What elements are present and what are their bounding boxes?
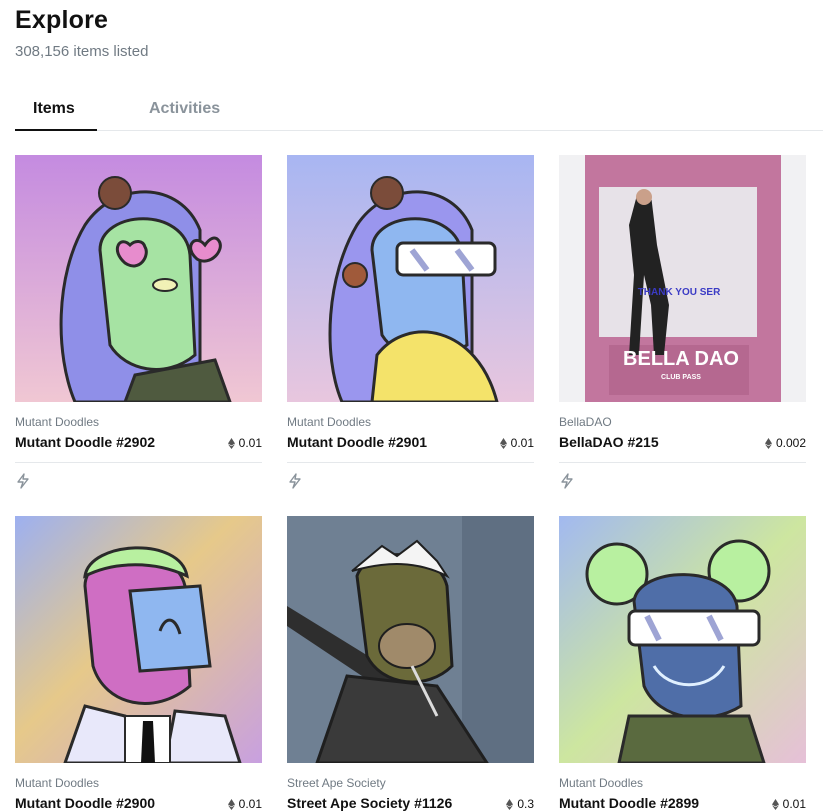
price-value: 0.3 <box>517 797 534 811</box>
nft-image[interactable] <box>15 155 262 402</box>
item-name[interactable]: Mutant Doodle #2899 <box>559 795 699 811</box>
page-title: Explore <box>15 6 109 34</box>
price-value: 0.01 <box>238 797 262 811</box>
item-name[interactable]: Street Ape Society #1126 <box>287 795 452 811</box>
price: 0.01 <box>771 797 806 811</box>
collection-name[interactable]: Mutant Doodles <box>559 776 643 790</box>
price-value: 0.002 <box>775 436 806 450</box>
card-divider <box>287 462 534 463</box>
price: 0.01 <box>227 797 262 811</box>
collection-name[interactable]: Mutant Doodles <box>15 776 99 790</box>
item-name[interactable]: Mutant Doodle #2900 <box>15 795 155 811</box>
price-value: 0.01 <box>510 436 534 450</box>
art-tagline: CLUB PASS <box>661 374 701 381</box>
eth-icon <box>227 437 235 449</box>
tab-items[interactable]: Items <box>33 100 75 118</box>
art-banner: THANK YOU SER <box>638 287 721 298</box>
tab-activities[interactable]: Activities <box>149 100 220 118</box>
price-value: 0.01 <box>238 436 262 450</box>
lightning-bolt-icon[interactable] <box>16 473 30 489</box>
price: 0.01 <box>499 436 534 450</box>
eth-icon <box>771 798 779 810</box>
item-name[interactable]: Mutant Doodle #2902 <box>15 434 155 450</box>
collection-name[interactable]: Street Ape Society <box>287 776 386 790</box>
eth-icon <box>506 798 514 810</box>
card-divider <box>559 462 806 463</box>
collection-name[interactable]: Mutant Doodles <box>287 415 371 429</box>
nft-image[interactable] <box>287 155 534 402</box>
card-divider <box>15 462 262 463</box>
collection-name[interactable]: Mutant Doodles <box>15 415 99 429</box>
nft-card[interactable]: THANK YOU SER BELLA DAO CLUB PASS BellaD… <box>559 155 806 495</box>
eth-icon <box>764 437 772 449</box>
lightning-bolt-icon[interactable] <box>288 473 302 489</box>
page-header: Explore 308,156 items listed <box>15 6 148 60</box>
nft-card[interactable]: Street Ape Society Street Ape Society #1… <box>287 516 534 812</box>
nft-card[interactable]: Mutant Doodles Mutant Doodle #2902 0.01 <box>15 155 262 495</box>
price: 0.01 <box>227 436 262 450</box>
items-count: 308,156 items listed <box>15 43 149 60</box>
price: 0.3 <box>506 797 534 811</box>
eth-icon <box>499 437 507 449</box>
lightning-bolt-icon[interactable] <box>560 473 574 489</box>
nft-image[interactable] <box>15 516 262 763</box>
nft-image[interactable] <box>559 516 806 763</box>
item-name[interactable]: Mutant Doodle #2901 <box>287 434 427 450</box>
nft-image[interactable]: THANK YOU SER BELLA DAO CLUB PASS <box>559 155 806 402</box>
price: 0.002 <box>764 436 806 450</box>
collection-name[interactable]: BellaDAO <box>559 415 612 429</box>
eth-icon <box>227 798 235 810</box>
nft-card[interactable]: Mutant Doodles Mutant Doodle #2901 0.01 <box>287 155 534 495</box>
tab-bar: Items Activities <box>15 96 823 131</box>
art-title: BELLA DAO <box>623 348 739 370</box>
active-tab-indicator <box>15 129 97 131</box>
nft-image[interactable] <box>287 516 534 763</box>
item-name[interactable]: BellaDAO #215 <box>559 434 659 450</box>
nft-card[interactable]: Mutant Doodles Mutant Doodle #2899 0.01 <box>559 516 806 812</box>
nft-card[interactable]: Mutant Doodles Mutant Doodle #2900 0.01 <box>15 516 262 812</box>
price-value: 0.01 <box>782 797 806 811</box>
